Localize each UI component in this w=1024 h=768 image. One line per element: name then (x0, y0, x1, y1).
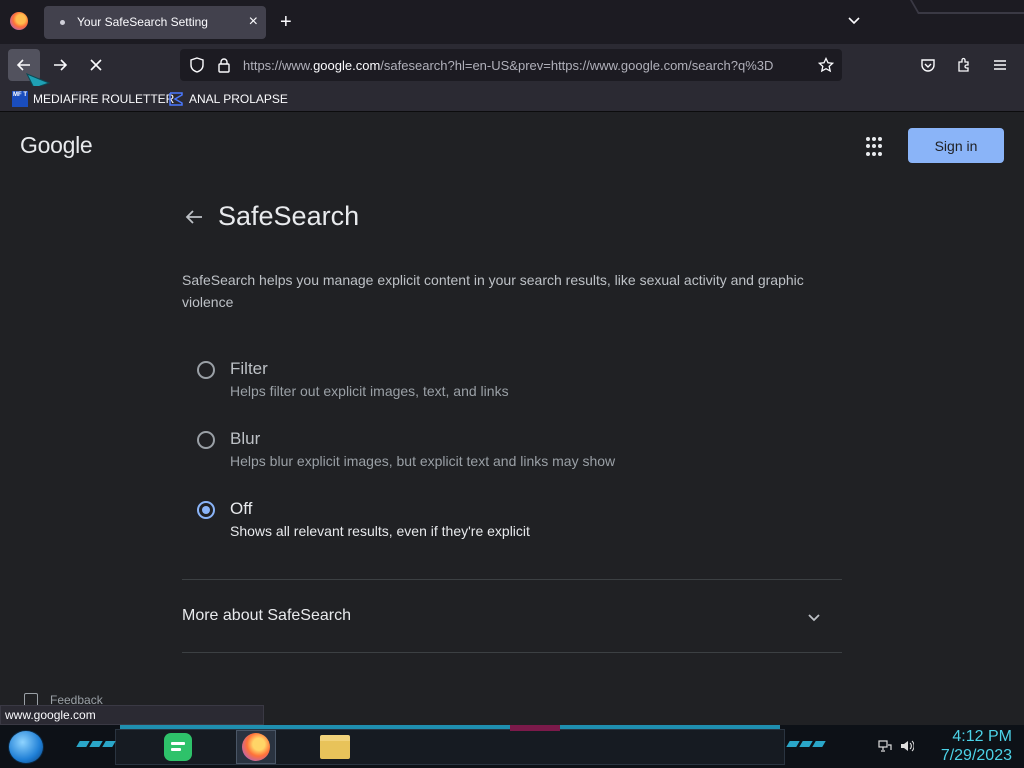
menu-icon[interactable] (992, 57, 1008, 73)
option-label: Blur (230, 429, 261, 448)
arrow-left-icon (16, 59, 30, 71)
pocket-icon[interactable] (920, 57, 936, 73)
option-description: Helps filter out explicit images, text, … (230, 383, 509, 399)
forward-button[interactable] (44, 49, 76, 81)
close-tab-icon[interactable]: × (249, 12, 258, 32)
google-safesearch-page: Google Sign in SafeSearch SafeSearch hel… (0, 113, 1024, 725)
lock-icon[interactable] (216, 57, 232, 73)
stop-button[interactable] (80, 49, 112, 81)
bookmarks-toolbar: MF T MEDIAFIRE ROULETTER ANAL PROLAPSE (0, 86, 1024, 112)
radio-off[interactable] (197, 501, 215, 519)
clock-date: 7/29/2023 (940, 747, 1012, 764)
status-bar: www.google.com (0, 705, 264, 725)
file-explorer-button[interactable] (315, 730, 355, 764)
bookmark-mediafire[interactable]: MF T MEDIAFIRE ROULETTER (12, 91, 174, 107)
url-bar[interactable]: https://www.google.com/safesearch?hl=en-… (180, 49, 842, 81)
arrow-back-icon[interactable] (183, 206, 205, 228)
notes-app-button[interactable] (158, 730, 198, 764)
sigma-icon (169, 92, 183, 106)
option-label: Filter (230, 359, 268, 378)
notes-app-icon (164, 733, 192, 761)
taskbar-accent (120, 725, 780, 729)
safesearch-description: SafeSearch helps you manage explicit con… (182, 272, 804, 310)
divider (182, 652, 842, 653)
google-logo[interactable]: Google (20, 132, 93, 159)
page-title: SafeSearch (218, 201, 360, 231)
extensions-icon[interactable] (956, 57, 972, 73)
taskbar-accent-glow (510, 725, 560, 731)
bookmark-label: ANAL PROLAPSE (189, 92, 288, 106)
close-icon (90, 59, 102, 71)
expand-chevron-icon[interactable] (806, 609, 822, 625)
volume-icon[interactable] (900, 739, 914, 753)
loading-dot-icon (60, 20, 65, 25)
tab-title: Your SafeSearch Setting (77, 15, 208, 29)
url-text[interactable]: https://www.google.com/safesearch?hl=en-… (243, 58, 808, 73)
nav-toolbar: https://www.google.com/safesearch?hl=en-… (0, 44, 1024, 96)
clock-time: 4:12 PM (952, 728, 1012, 745)
firefox-taskbar-button[interactable] (236, 730, 276, 764)
apps-grid-icon[interactable] (866, 137, 886, 157)
window-decoration (909, 0, 1024, 14)
taskbar-chevrons (76, 741, 116, 747)
bookmark-prolapse[interactable]: ANAL PROLAPSE (168, 91, 288, 107)
screen: { "browser": { "tab_title": "Your SafeSe… (0, 0, 1024, 768)
mft-icon: MF T (12, 91, 28, 107)
taskbar-frame (115, 729, 785, 765)
option-label: Off (230, 499, 253, 518)
start-button[interactable] (8, 730, 44, 764)
firefox-icon[interactable] (10, 12, 28, 30)
taskbar-clock[interactable]: 4:12 PM 7/29/2023 (930, 727, 1012, 765)
arrow-right-icon (54, 59, 68, 71)
sign-in-button[interactable]: Sign in (908, 128, 1004, 163)
option-description: Helps blur explicit images, but explicit… (230, 453, 616, 469)
divider (182, 579, 842, 580)
folder-icon (320, 735, 350, 759)
taskbar-chevrons (786, 741, 826, 747)
more-about-safesearch[interactable]: More about SafeSearch (182, 607, 351, 625)
new-tab-button[interactable]: + (280, 10, 292, 34)
taskbar: 4:12 PM 7/29/2023 (0, 725, 1024, 768)
radio-filter[interactable] (197, 361, 215, 379)
tab-strip: Your SafeSearch Setting × + (0, 0, 1024, 44)
option-description: Shows all relevant results, even if they… (230, 523, 530, 539)
tab-safesearch[interactable]: Your SafeSearch Setting × (44, 6, 266, 39)
star-icon[interactable] (818, 57, 834, 73)
shield-icon[interactable] (189, 57, 205, 73)
network-icon[interactable] (878, 739, 892, 753)
firefox-icon (242, 733, 270, 761)
radio-blur[interactable] (197, 431, 215, 449)
system-tray (878, 739, 914, 753)
chevron-down-icon[interactable] (846, 12, 862, 28)
bookmark-label: MEDIAFIRE ROULETTER (33, 92, 175, 106)
